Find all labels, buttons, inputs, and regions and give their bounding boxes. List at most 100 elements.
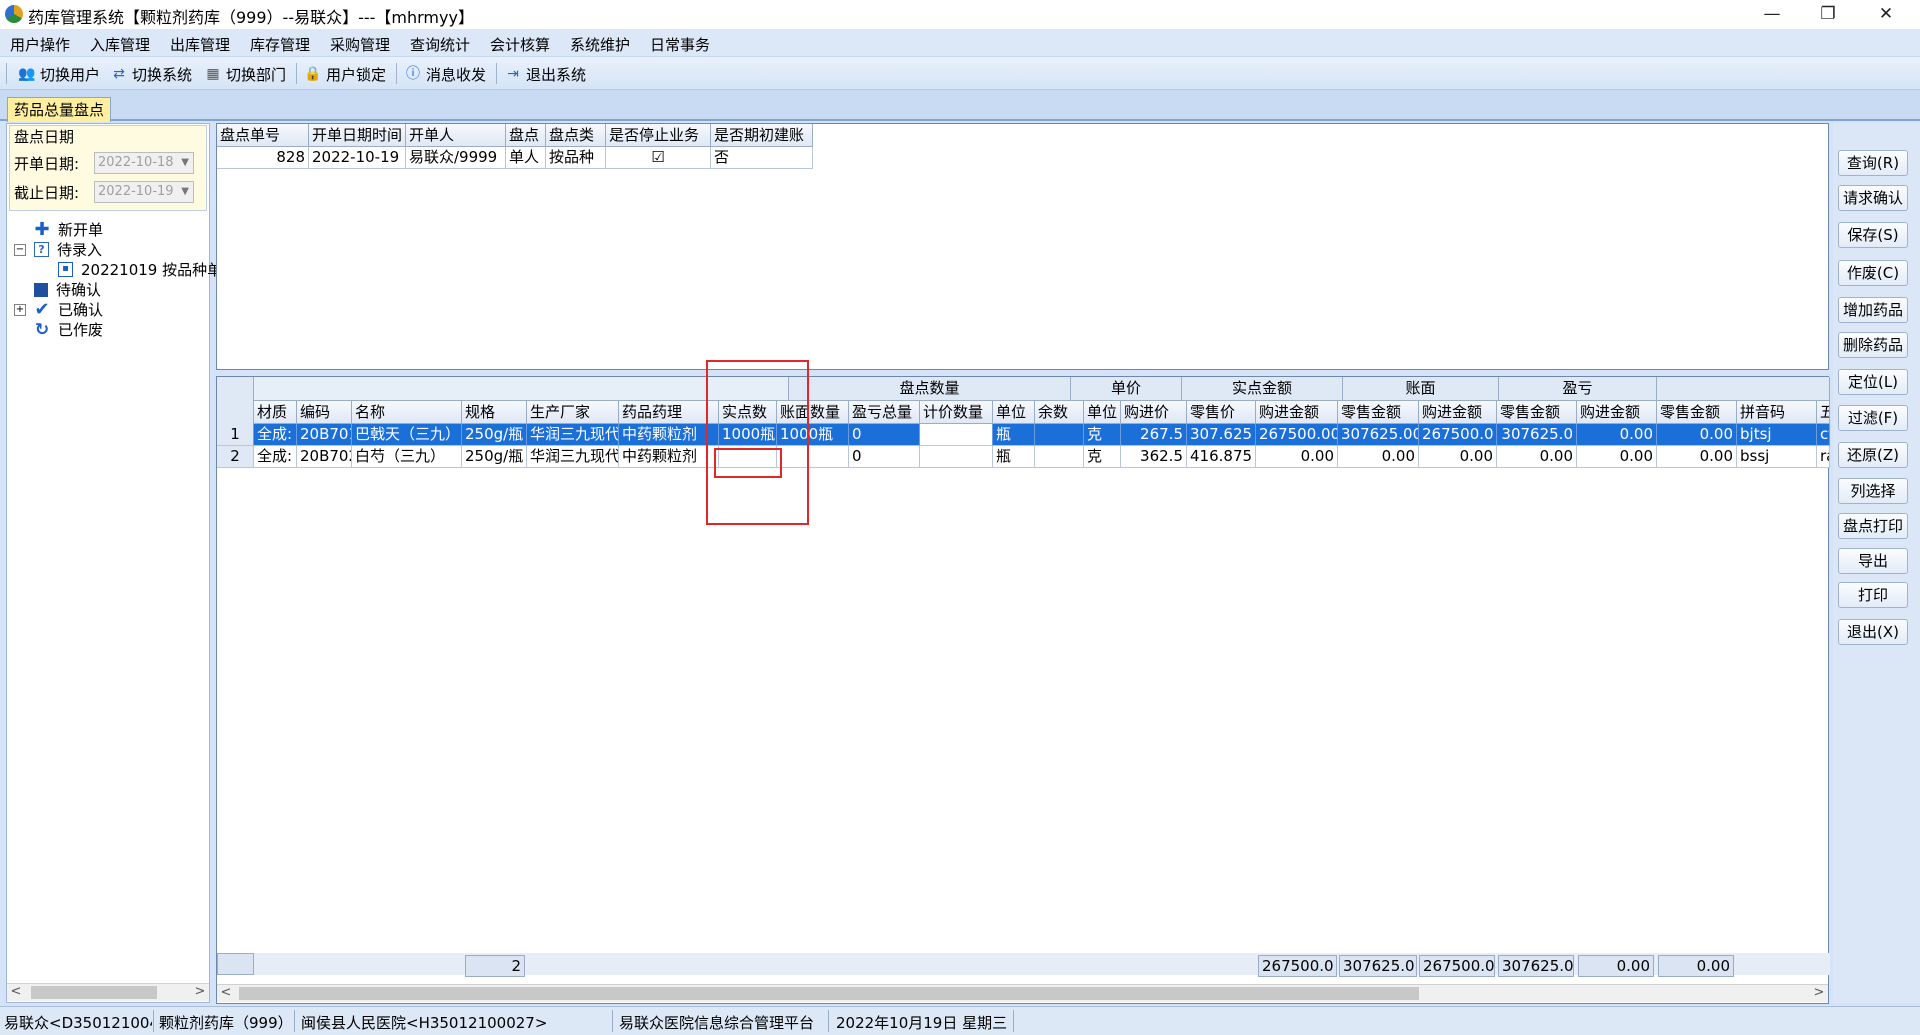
pricing-qty-input[interactable]: [920, 446, 993, 468]
column-header[interactable]: 单位: [993, 401, 1035, 424]
tree-item-pending-entry[interactable]: ? 待录入: [34, 239, 102, 260]
pl-retail-amount-cell[interactable]: 0.00: [1657, 446, 1737, 468]
manufacturer-cell[interactable]: 华润三九现代: [527, 446, 619, 468]
remainder-cell[interactable]: [1035, 424, 1084, 446]
column-header[interactable]: 是否期初建账: [711, 124, 813, 147]
print-button[interactable]: 打印: [1838, 582, 1908, 608]
column-header[interactable]: 五: [1817, 401, 1830, 424]
unit-cell[interactable]: 瓶: [993, 424, 1035, 446]
pinyin-code-cell[interactable]: bssj: [1737, 446, 1817, 468]
column-header[interactable]: 盘点单号: [217, 124, 309, 147]
column-header[interactable]: 盘点类: [546, 124, 606, 147]
add-drug-button[interactable]: 增加药品: [1838, 297, 1908, 323]
start-date-picker[interactable]: 2022-10-18 ▼: [94, 152, 194, 174]
delete-drug-button[interactable]: 删除药品: [1838, 332, 1908, 358]
restore-filter-button[interactable]: 还原(Z): [1838, 442, 1908, 468]
remainder-cell[interactable]: [1035, 446, 1084, 468]
filter-button[interactable]: 过滤(F): [1838, 405, 1908, 431]
tree-item-confirmed[interactable]: ✔ 已确认: [34, 299, 103, 320]
pl-purchase-amount-cell[interactable]: 0.00: [1577, 446, 1657, 468]
unit-cell[interactable]: 克: [1084, 424, 1121, 446]
book-purchase-amount-cell[interactable]: 0.00: [1419, 446, 1497, 468]
material-cell[interactable]: 全成:: [254, 424, 297, 446]
tree-item-order-20221019[interactable]: ▪ 20221019 按品种单: [58, 259, 222, 280]
initial-account-cell[interactable]: 否: [711, 147, 813, 169]
profit-loss-total-cell[interactable]: 0: [849, 446, 920, 468]
name-cell[interactable]: 巴戟天（三九）: [352, 424, 462, 446]
exit-system-button[interactable]: ⇥ 退出系统: [504, 63, 586, 85]
column-header[interactable]: 购进金额: [1256, 401, 1338, 424]
query-button[interactable]: 查询(R): [1838, 150, 1908, 176]
stop-business-checkbox[interactable]: ☑: [651, 148, 664, 166]
column-header[interactable]: 药品药理: [619, 401, 719, 424]
counted-retail-amount-cell[interactable]: 307625.00: [1338, 424, 1419, 446]
exit-button[interactable]: 退出(X): [1838, 619, 1908, 645]
menu-user-ops[interactable]: 用户操作: [10, 34, 70, 55]
purchase-price-cell[interactable]: 267.5: [1121, 424, 1187, 446]
column-header[interactable]: 盈亏总量: [849, 401, 920, 424]
switch-user-button[interactable]: 👥 切换用户: [18, 63, 100, 85]
column-header[interactable]: 规格: [462, 401, 527, 424]
menu-inventory[interactable]: 库存管理: [250, 34, 310, 55]
column-header[interactable]: 购进价: [1121, 401, 1187, 424]
column-header[interactable]: 单位: [1084, 401, 1121, 424]
pl-retail-amount-cell[interactable]: 0.00: [1657, 424, 1737, 446]
counted-retail-amount-cell[interactable]: 0.00: [1338, 446, 1419, 468]
column-header[interactable]: 盘点: [506, 124, 546, 147]
column-header[interactable]: 零售金额: [1497, 401, 1577, 424]
column-select-button[interactable]: 列选择: [1838, 478, 1908, 504]
name-cell[interactable]: 白芍（三九）: [352, 446, 462, 468]
menu-inbound[interactable]: 入库管理: [90, 34, 150, 55]
counted-purchase-amount-cell[interactable]: 0.00: [1256, 446, 1338, 468]
tree-item-voided[interactable]: ↻ 已作废: [34, 319, 103, 340]
wubi-code-cell[interactable]: cf: [1817, 424, 1830, 446]
order-id-cell[interactable]: 828: [217, 147, 309, 169]
switch-system-button[interactable]: ⇄ 切换系统: [110, 63, 192, 85]
wubi-code-cell[interactable]: ra: [1817, 446, 1830, 468]
column-header[interactable]: 零售金额: [1657, 401, 1737, 424]
pl-purchase-amount-cell[interactable]: 0.00: [1577, 424, 1657, 446]
scrollbar-thumb[interactable]: [239, 987, 1419, 1000]
book-retail-amount-cell[interactable]: 0.00: [1497, 446, 1577, 468]
restore-button[interactable]: ❐: [1800, 0, 1856, 29]
book-purchase-amount-cell[interactable]: 267500.0: [1419, 424, 1497, 446]
column-header[interactable]: 购进金额: [1419, 401, 1497, 424]
column-header[interactable]: 零售价: [1187, 401, 1256, 424]
code-cell[interactable]: 20B701: [297, 424, 352, 446]
scroll-left-icon[interactable]: <: [7, 984, 25, 1001]
pinyin-code-cell[interactable]: bjtsj: [1737, 424, 1817, 446]
column-header[interactable]: 是否停止业务: [606, 124, 711, 147]
row-number[interactable]: 1: [217, 424, 254, 446]
manufacturer-cell[interactable]: 华润三九现代: [527, 424, 619, 446]
column-header[interactable]: 余数: [1035, 401, 1084, 424]
scope-cell[interactable]: 单人: [506, 147, 546, 169]
column-header[interactable]: 零售金额: [1338, 401, 1419, 424]
material-cell[interactable]: 全成:: [254, 446, 297, 468]
purchase-price-cell[interactable]: 362.5: [1121, 446, 1187, 468]
menu-query-stats[interactable]: 查询统计: [410, 34, 470, 55]
request-confirm-button[interactable]: 请求确认: [1838, 185, 1908, 211]
column-header[interactable]: 拼音码: [1737, 401, 1817, 424]
unit-cell[interactable]: 瓶: [993, 446, 1035, 468]
spec-cell[interactable]: 250g/瓶: [462, 424, 527, 446]
tree-item-new[interactable]: ✚ 新开单: [34, 219, 103, 240]
count-type-cell[interactable]: 按品种: [546, 147, 606, 169]
spec-cell[interactable]: 250g/瓶: [462, 446, 527, 468]
column-header[interactable]: 开单日期时间: [309, 124, 406, 147]
end-date-picker[interactable]: 2022-10-19 ▼: [94, 181, 194, 203]
counted-purchase-amount-cell[interactable]: 267500.00: [1256, 424, 1338, 446]
pharmacology-cell[interactable]: 中药颗粒剂: [619, 446, 719, 468]
column-header[interactable]: 开单人: [406, 124, 506, 147]
profit-loss-total-cell[interactable]: 0: [849, 424, 920, 446]
scroll-left-icon[interactable]: <: [217, 985, 235, 1002]
switch-department-button[interactable]: ▦ 切换部门: [204, 63, 286, 85]
column-header[interactable]: 材质: [254, 401, 297, 424]
column-header[interactable]: 生产厂家: [527, 401, 619, 424]
scrollbar-thumb[interactable]: [31, 986, 157, 999]
lock-user-button[interactable]: 🔒 用户锁定: [304, 63, 386, 85]
operator-cell[interactable]: 易联众/9999: [406, 147, 506, 169]
book-retail-amount-cell[interactable]: 307625.0: [1497, 424, 1577, 446]
void-button[interactable]: 作废(C): [1838, 260, 1908, 286]
code-cell[interactable]: 20B702: [297, 446, 352, 468]
pharmacology-cell[interactable]: 中药颗粒剂: [619, 424, 719, 446]
